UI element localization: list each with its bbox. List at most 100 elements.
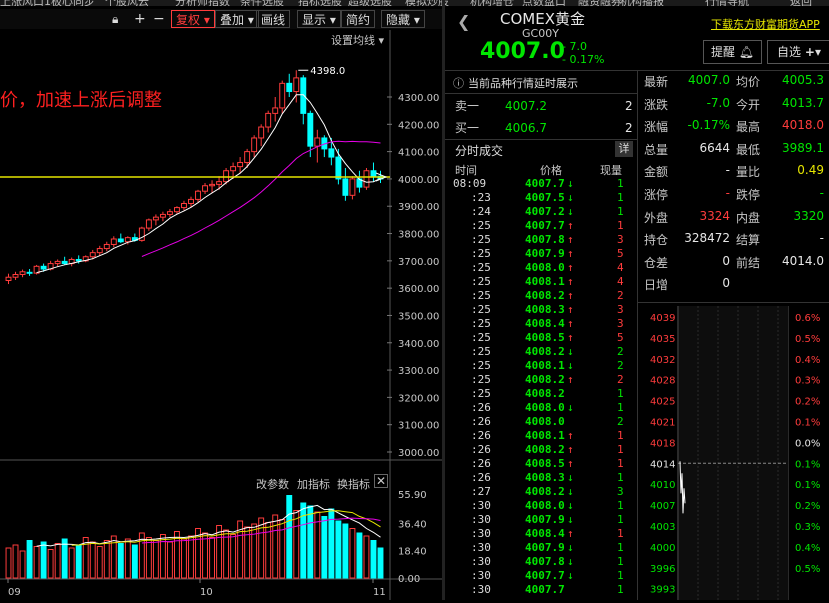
lock-icon[interactable]: 🔒︎ [112,10,118,28]
candle-body [293,77,300,93]
trade-row: :30 4007.8 ↓ 1 [445,555,625,569]
order-book-row[interactable]: 买一 4006.7 2 [445,117,637,139]
top-menu-item[interactable]: 条件选股 [240,0,284,6]
candle-body [159,213,166,218]
trade-direction-icon: ↓ [567,555,574,568]
mini-pct-tick: 0.1% [795,459,820,470]
download-app-link[interactable]: 下载东方财富期货APP [711,16,820,32]
stat-value: 4018.0 [782,118,824,133]
fuquan-button[interactable]: 复权 ▾ [171,10,215,28]
trade-time: :30 [471,555,491,568]
volume-bar [61,538,68,579]
trade-row: :25 4008.5 ↑ 5 [445,331,625,345]
trade-direction-icon: ↑ [567,317,574,330]
trade-price: 4008.4 [525,527,565,540]
collapse-arrow-icon[interactable]: ❮ [457,12,470,31]
trade-price: 4008.0 [525,499,565,512]
top-menu-item[interactable]: 分析师指数 [175,0,230,6]
display-button[interactable]: 显示 ▾ [297,10,341,28]
volume-bar [131,544,138,579]
trade-price: 4008.2 [525,485,565,498]
overlay-button[interactable]: 叠加 ▾ [215,10,259,28]
alert-label: 提醒 [710,45,735,59]
overlay-label: 叠加 [220,13,245,27]
candle-body [307,112,314,147]
trade-qty: 1 [617,205,624,218]
volume-bar [19,550,26,579]
trade-row: :25 4007.8 ↑ 3 [445,233,625,247]
stat-label: 最低 [736,142,761,157]
trade-row: :26 4008.0 ↓ 1 [445,401,625,415]
price-change-pct: - 0.17% [562,53,605,66]
detail-button[interactable]: 详 [615,141,633,157]
top-menu-item[interactable]: 超级选股 [348,0,392,6]
top-menu-item[interactable]: 个股风云 [105,0,149,6]
alert-button[interactable]: 提醒 🔔︎ [703,40,762,64]
ma5-line [36,94,381,274]
stat-label: 结算 [736,233,761,248]
stat-value: 4013.7 [782,95,824,110]
simple-mode-button[interactable]: 简约 [341,10,376,28]
trade-qty: 3 [617,317,624,330]
change-params-button[interactable]: 改参数 [256,476,289,492]
candle-body [40,265,47,270]
trade-direction-icon: ↑ [567,247,574,260]
add-watchlist-button[interactable]: 自选 +▾ [767,40,829,64]
trade-qty: 1 [617,401,624,414]
price-tick-label: 3200.00 [398,393,439,404]
stat-value: 0 [722,253,730,268]
trades-list[interactable]: 08:09 4007.7 ↓ 1:23 4007.5 ↓ 1:24 4007.2 ↓ 1:25 40… [445,177,637,600]
order-book-row[interactable]: 卖一 4007.2 2 [445,95,637,117]
trade-time: :30 [471,583,491,596]
intraday-mini-chart[interactable]: 4039 4035 4032 4028 4025 4021 4018 4014 4010 4007… [638,306,829,600]
trade-direction-icon: ↑ [567,219,574,232]
mini-price-tick: 4007 [650,501,675,512]
volume-bar [307,505,314,579]
bell-icon: 🔔︎ [738,45,755,59]
stat-value: 4007.0 [688,73,730,87]
draw-line-button[interactable]: 画线 [256,10,291,28]
trade-price: 4008.1 [525,429,565,442]
mini-price-tick: 4032 [650,355,675,366]
trade-direction-icon: ↑ [567,261,574,274]
intraday-mini-plot[interactable]: 4039 4035 4032 4028 4025 4021 4018 4014 4010 4007… [638,306,829,600]
price-tick-label: 4300.00 [398,93,439,104]
trade-time: :25 [471,233,491,246]
zoom-out-button[interactable]: − [153,10,165,28]
close-indicator-icon[interactable]: ✕ [374,474,388,488]
zoom-in-button[interactable]: + [134,10,146,28]
ma20-line [141,140,381,257]
kline-chart-panel[interactable]: 4300.00 4200.00 4100.00 4000.00 3900.00 3800.… [0,30,442,600]
stat-label: 日增 [644,278,669,293]
volume-bar [152,540,159,579]
trade-price: 4008.0 [525,401,565,414]
trade-direction-icon: ↑ [567,457,574,470]
top-menu-item[interactable]: 上涨风口 [0,0,44,6]
candle-body [19,271,26,275]
add-indicator-button[interactable]: 加指标 [297,476,330,492]
candle-body [96,248,103,254]
header-time: 时间 [455,164,477,177]
trade-qty: 4 [617,275,624,288]
volume-bar [54,543,61,579]
kline-chart[interactable]: 4300.00 4200.00 4100.00 4000.00 3900.00 3800.… [0,30,442,600]
trade-qty: 1 [617,541,624,554]
switch-indicator-button[interactable]: 换指标 [337,476,370,492]
candle-body [258,126,265,139]
trade-row: :30 4007.9 ↓ 1 [445,513,625,527]
volume-bar [356,532,363,579]
trade-time: :23 [471,191,491,204]
left-column: ⓘ 当前品种行情延时展示 卖一 4007.2 2 买一 4006.7 2 分时成交 详 时… [445,71,637,600]
hide-button[interactable]: 隐藏 ▾ [381,10,425,28]
header-price: 价格 [540,164,562,177]
stat-label: 最新 [644,75,669,89]
candle-body [363,170,370,188]
top-menu-item[interactable]: 指标选股 [298,0,342,6]
trade-direction-icon: ↓ [567,499,574,512]
header-qty: 现量 [600,164,622,177]
candle-body [110,238,117,245]
top-menu-item[interactable]: 1板心同步 [44,0,95,6]
price-tick-label: 3100.00 [398,421,439,432]
trade-row: :25 4008.2 ↓ 2 [445,345,625,359]
settings-ma-button[interactable]: 设置均线 ▾ [331,32,384,48]
